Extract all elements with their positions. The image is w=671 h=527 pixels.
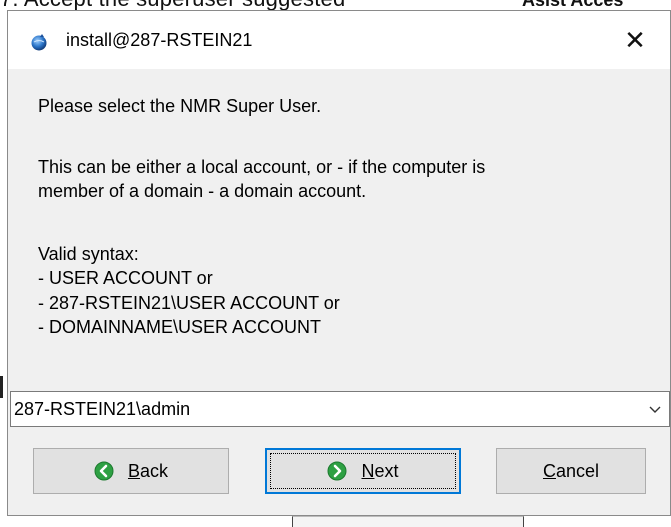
close-button[interactable]: ✕ [600,11,670,69]
cancel-button[interactable]: Cancel [496,448,646,494]
installer-dialog: install@287-RSTEIN21 ✕ Please select the… [7,10,671,516]
prompt-text-line: member of a domain - a domain account. [38,181,367,201]
syntax-option: - USER ACCOUNT or [38,268,213,288]
next-button[interactable]: Next [265,448,461,494]
app-globe-icon [31,34,47,51]
combobox-value[interactable]: 287-RSTEIN21\admin [14,399,190,420]
title-bar[interactable]: install@287-RSTEIN21 ✕ [8,11,670,69]
back-button-label: Back [127,460,169,481]
chevron-down-icon[interactable] [647,402,663,416]
back-button[interactable]: Back [33,448,229,494]
prompt-text-line: This can be either a local account, or -… [38,157,486,177]
focus-indicator [270,453,456,489]
background-window-edge [292,516,524,527]
syntax-heading: Valid syntax: [38,244,139,264]
prompt-heading: Please select the NMR Super User. [38,96,322,116]
super-user-combobox[interactable]: 287-RSTEIN21\admin [10,391,670,427]
syntax-option: - 287-RSTEIN21\USER ACCOUNT or [38,293,340,313]
cancel-button-label: Cancel [542,460,600,481]
screen: 7. Accept the superuser suggested Asist … [0,0,671,527]
window-title: install@287-RSTEIN21 [66,30,253,50]
background-cursor-line [0,376,3,398]
close-icon: ✕ [624,24,646,55]
syntax-option: - DOMAINNAME\USER ACCOUNT [38,317,322,337]
arrow-left-circle-icon [94,461,114,481]
